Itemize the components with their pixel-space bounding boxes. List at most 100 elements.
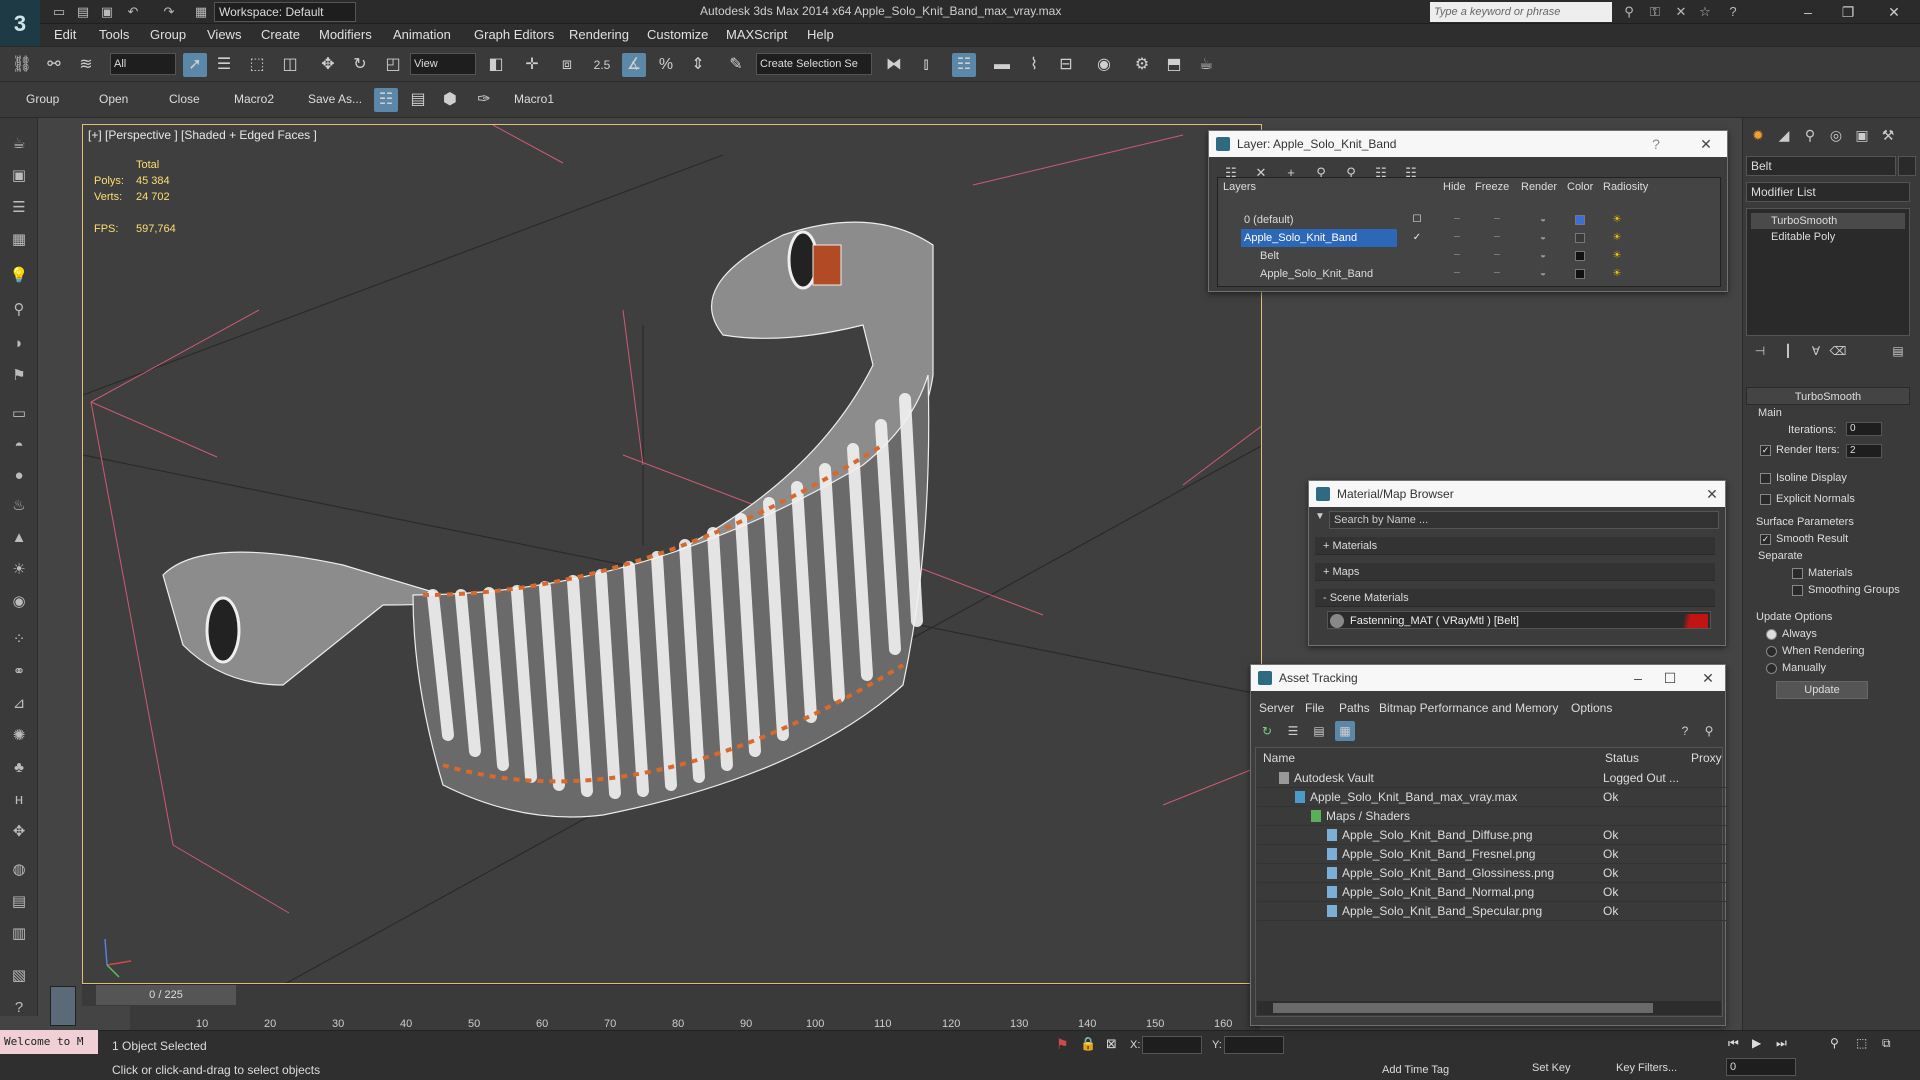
grid-icon[interactable]: ▦: [7, 228, 31, 252]
freeze-toggle[interactable]: ┄: [1489, 229, 1505, 247]
radiosity-icon[interactable]: ☀: [1609, 265, 1625, 283]
communication-icon[interactable]: ✕: [1672, 3, 1690, 21]
cone-icon[interactable]: ▲: [7, 526, 31, 550]
key-icon[interactable]: ⚿: [1646, 3, 1664, 21]
asset-row[interactable]: Apple_Solo_Knit_Band_Glossiness.png Ok: [1257, 864, 1727, 883]
current-frame-field[interactable]: 0: [1726, 1058, 1796, 1076]
at-menu-server[interactable]: Server: [1259, 701, 1294, 715]
configure-modifier-sets-icon[interactable]: ▤: [1887, 340, 1909, 362]
mirror-icon[interactable]: ⧓: [882, 53, 906, 77]
remove-modifier-icon[interactable]: ⌫: [1827, 340, 1849, 362]
col-layers[interactable]: Layers: [1223, 181, 1256, 193]
viewport-label[interactable]: [+] [Perspective ] [Shaded + Edged Faces…: [88, 128, 317, 142]
rendered-frame-window-icon[interactable]: ⬒: [1162, 53, 1186, 77]
scene-material-item[interactable]: Fastenning_MAT ( VRayMtl ) [Belt]: [1327, 611, 1711, 629]
menu-help[interactable]: Help: [807, 27, 834, 42]
selection-lock-icon[interactable]: 🔒: [1080, 1036, 1096, 1052]
play-icon[interactable]: ▶: [1752, 1036, 1761, 1050]
particles-icon[interactable]: ⁘: [7, 628, 31, 652]
gold-sphere-icon[interactable]: ◉: [7, 590, 31, 614]
render-toggle-icon[interactable]: ◒: [1535, 265, 1551, 283]
asset-row[interactable]: Autodesk Vault Logged Out ...: [1257, 769, 1727, 788]
macro1-button[interactable]: Macro1: [514, 92, 554, 106]
globe-icon[interactable]: ✺: [7, 724, 31, 748]
list-icon[interactable]: ☰: [7, 196, 31, 220]
at-menu-file[interactable]: File: [1305, 701, 1324, 715]
close-group-button[interactable]: Close: [169, 92, 200, 106]
minimize-icon[interactable]: –: [1790, 0, 1826, 24]
named-selection-dropdown[interactable]: Create Selection Se: [756, 53, 872, 75]
set-key-button[interactable]: Set Key: [1532, 1062, 1571, 1074]
select-and-scale-icon[interactable]: ◰: [381, 53, 405, 77]
select-and-move-icon[interactable]: ✥: [316, 53, 340, 77]
box-primitive-icon[interactable]: ▭: [7, 402, 31, 426]
freeze-toggle[interactable]: ┄: [1489, 265, 1505, 283]
open-file-icon[interactable]: ▤: [74, 3, 92, 21]
render-toggle-icon[interactable]: ◒: [1535, 247, 1551, 265]
save-file-icon[interactable]: ▣: [98, 3, 116, 21]
close-icon[interactable]: ✕: [1876, 0, 1912, 24]
display-icon[interactable]: ▤: [7, 890, 31, 914]
y-coord-field[interactable]: [1224, 1036, 1284, 1054]
turbosmooth-rollout[interactable]: TurboSmooth: [1746, 387, 1910, 405]
radiosity-icon[interactable]: ☀: [1609, 247, 1625, 265]
menu-animation[interactable]: Animation: [393, 27, 451, 42]
scene-explorer-icon[interactable]: ☷: [374, 88, 398, 112]
hide-toggle[interactable]: ┄: [1449, 265, 1465, 283]
graphite-ribbon-icon[interactable]: ▬: [990, 53, 1014, 77]
asset-row[interactable]: Apple_Solo_Knit_Band_Normal.png Ok: [1257, 883, 1727, 902]
menu-tools[interactable]: Tools: [99, 27, 129, 42]
helper-icon[interactable]: ⊿: [7, 692, 31, 716]
rectangular-selection-icon[interactable]: ⬚: [245, 53, 269, 77]
key-filters-button[interactable]: Key Filters...: [1616, 1062, 1677, 1074]
layer-color-swatch[interactable]: [1575, 233, 1585, 243]
col-render[interactable]: Render: [1521, 181, 1557, 193]
horizontal-scrollbar[interactable]: [1257, 1001, 1721, 1015]
menu-maxscript[interactable]: MAXScript: [726, 27, 787, 42]
modify-tab-icon[interactable]: ◢: [1773, 124, 1795, 146]
help-icon[interactable]: ?: [1643, 131, 1669, 157]
new-file-icon[interactable]: ▭: [50, 3, 68, 21]
asset-row[interactable]: Apple_Solo_Knit_Band_Diffuse.png Ok: [1257, 826, 1727, 845]
maxscript-listener-mini[interactable]: Welcome to M: [0, 1030, 98, 1054]
workspace-dropdown[interactable]: Workspace: Default: [214, 2, 356, 22]
browser-options-icon[interactable]: ▼: [1315, 511, 1327, 527]
layer-manager-icon[interactable]: ☷: [952, 53, 976, 77]
help-icon[interactable]: ?: [1724, 3, 1742, 21]
display-tab-icon[interactable]: ▣: [1851, 124, 1873, 146]
material-search-input[interactable]: Search by Name ...: [1329, 511, 1719, 529]
materials-group[interactable]: + Materials: [1315, 537, 1715, 555]
pivot-center-icon[interactable]: ◧: [484, 53, 508, 77]
menu-modifiers[interactable]: Modifiers: [319, 27, 372, 42]
col-status[interactable]: Status: [1605, 751, 1639, 765]
hide-toggle[interactable]: ┄: [1449, 247, 1465, 265]
binoculars-icon[interactable]: ⚲: [1620, 3, 1638, 21]
sphere-icon[interactable]: ●: [7, 464, 31, 488]
render-frame-icon[interactable]: ▣: [7, 164, 31, 188]
render-iters-checkbox[interactable]: ✓: [1760, 445, 1771, 456]
stack-item-editable-poly[interactable]: Editable Poly: [1751, 229, 1905, 245]
asset-tracking-title[interactable]: Asset Tracking: [1251, 665, 1725, 691]
menu-graph-editors[interactable]: Graph Editors: [474, 27, 554, 42]
grid-view-icon[interactable]: ▦: [1335, 721, 1355, 741]
percent-snap-icon[interactable]: %: [654, 53, 678, 77]
window-crossing-icon[interactable]: ◫: [278, 53, 302, 77]
menu-create[interactable]: Create: [261, 27, 300, 42]
object-color-swatch[interactable]: [1898, 156, 1916, 176]
col-radiosity[interactable]: Radiosity: [1603, 181, 1648, 193]
teapot-primitive-icon[interactable]: ♨: [7, 494, 31, 518]
save-as-button[interactable]: Save As...: [308, 92, 362, 106]
list-view-icon[interactable]: ☰: [1283, 721, 1303, 741]
select-and-link-icon[interactable]: ⛓: [10, 53, 34, 77]
zoom-extents-icon[interactable]: ⬚: [1856, 1036, 1867, 1050]
x-coord-field[interactable]: [1142, 1036, 1202, 1054]
menu-group[interactable]: Group: [150, 27, 186, 42]
layer-row[interactable]: Apple_Solo_Knit_Band ✓ ┄ ┄ ◒ ☀: [1217, 229, 1719, 247]
render-iters-spinner[interactable]: 2: [1846, 444, 1882, 458]
layer-color-swatch[interactable]: [1575, 251, 1585, 261]
display-list-icon[interactable]: ▤: [406, 88, 430, 112]
script-icon[interactable]: ▧: [7, 964, 31, 988]
menu-rendering[interactable]: Rendering: [569, 27, 629, 42]
hide-toggle[interactable]: ┄: [1449, 211, 1465, 229]
teapot-icon[interactable]: ☕: [7, 132, 31, 156]
